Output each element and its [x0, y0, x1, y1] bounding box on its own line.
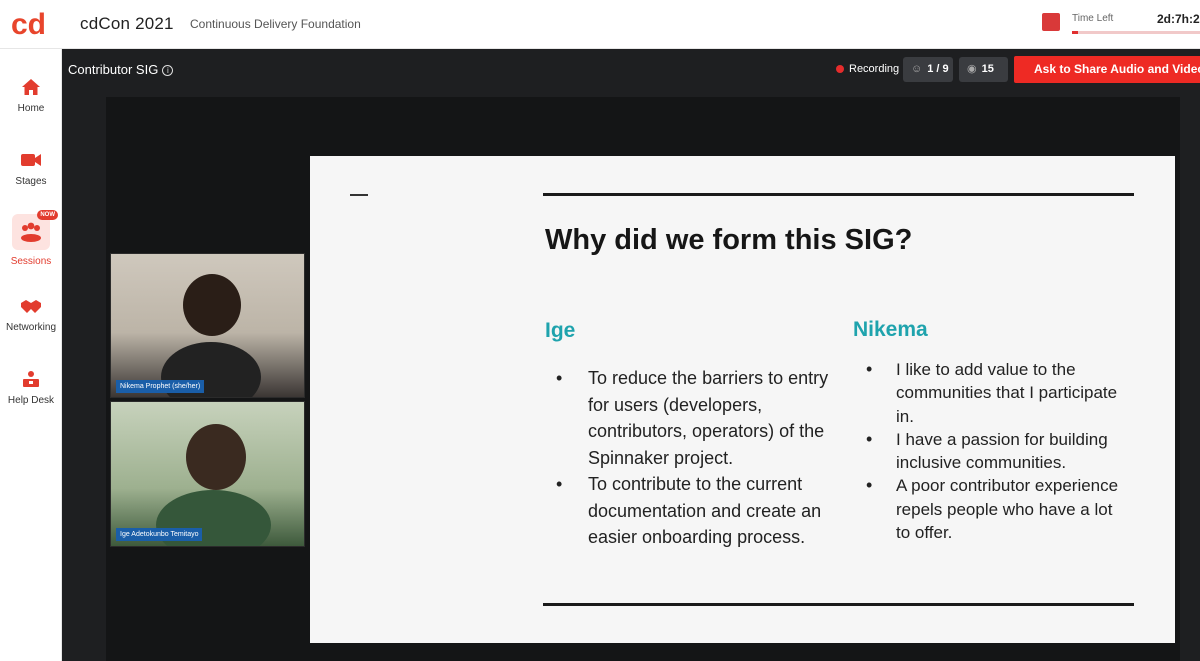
handshake-icon	[21, 300, 41, 313]
logo-text: cd	[11, 8, 46, 41]
sidebar-item-sessions[interactable]: NOW Sessions	[0, 210, 62, 267]
time-left-label: Time Left	[1072, 13, 1114, 24]
recording-indicator: Recording	[836, 63, 899, 75]
left-column-heading: Ige	[545, 319, 576, 342]
time-left-value: 2d:7h:2	[1157, 12, 1200, 26]
sidebar-item-home[interactable]: Home	[0, 77, 62, 114]
video-camera-icon	[21, 154, 41, 166]
participant-video[interactable]: Ige Adetokunbo Temitayo	[110, 401, 305, 547]
recording-label: Recording	[849, 63, 900, 75]
participant-figure	[183, 274, 241, 336]
sidebar-item-label: Networking	[5, 322, 57, 333]
right-column-heading: Nikema	[853, 318, 928, 341]
sidebar-item-stages[interactable]: Stages	[0, 150, 62, 187]
now-badge: NOW	[37, 210, 58, 220]
participant-figure	[186, 424, 246, 490]
sidebar-item-help-desk[interactable]: Help Desk	[0, 369, 62, 406]
list-item: To contribute to the current documentati…	[556, 471, 833, 551]
list-item: To reduce the barriers to entry for user…	[556, 365, 833, 471]
participant-name-tag: Ige Adetokunbo Temitayo	[116, 528, 203, 541]
help-desk-icon	[23, 371, 39, 387]
sidebar-item-label: Stages	[15, 176, 47, 187]
right-bullet-list: I like to add value to the communities t…	[866, 358, 1126, 544]
list-item: I have a passion for building inclusive …	[866, 428, 1126, 475]
eye-icon: ◉	[967, 63, 977, 75]
people-icon: ☺	[911, 63, 923, 75]
viewers-value: 15	[981, 63, 994, 75]
sidebar-item-label: Sessions	[10, 256, 52, 267]
timer-icon	[1042, 13, 1060, 31]
participants-value: 1 / 9	[927, 63, 949, 75]
time-left-progress	[1072, 31, 1200, 34]
sidebar-item-networking[interactable]: Networking	[0, 296, 62, 333]
sessions-icon: NOW	[12, 210, 58, 250]
participants-count[interactable]: ☺ 1 / 9	[903, 57, 953, 82]
list-item: I like to add value to the communities t…	[866, 358, 1126, 428]
sidebar-item-label: Help Desk	[7, 395, 55, 406]
session-title-text: Contributor SIG	[68, 62, 159, 77]
organization-name: Continuous Delivery Foundation	[190, 17, 361, 31]
slide-title: Why did we form this SIG?	[545, 224, 913, 256]
presentation-slide: Why did we form this SIG? Ige To reduce …	[310, 156, 1175, 643]
list-item: A poor contributor experience repels peo…	[866, 474, 1126, 544]
info-icon[interactable]: i	[162, 65, 174, 77]
event-title: cdCon 2021	[80, 14, 174, 33]
recording-dot-icon	[836, 65, 844, 74]
slide-bottom-rule	[543, 603, 1134, 606]
sidebar-item-label: Home	[17, 103, 45, 114]
session-title: Contributor SIG i	[68, 62, 174, 77]
left-bullet-list: To reduce the barriers to entry for user…	[556, 365, 833, 551]
slide-top-rule	[543, 193, 1134, 196]
home-icon	[22, 79, 40, 95]
top-bar: cd cdCon 2021 Continuous Delivery Founda…	[0, 0, 1200, 49]
share-audio-video-button[interactable]: Ask to Share Audio and Video	[1014, 56, 1200, 83]
stage-header: Contributor SIG i Recording ☺ 1 / 9 ◉ 15 As…	[62, 49, 1200, 91]
participant-video[interactable]: Nikema Prophet (she/her)	[110, 253, 305, 398]
sidebar-nav: Home Stages NOW Sessions Networking Help…	[0, 49, 62, 661]
viewers-count[interactable]: ◉ 15	[959, 57, 1008, 82]
participant-name-tag: Nikema Prophet (she/her)	[116, 380, 205, 393]
cdcon-logo[interactable]: cd	[9, 6, 49, 42]
slide-dash	[350, 194, 368, 196]
